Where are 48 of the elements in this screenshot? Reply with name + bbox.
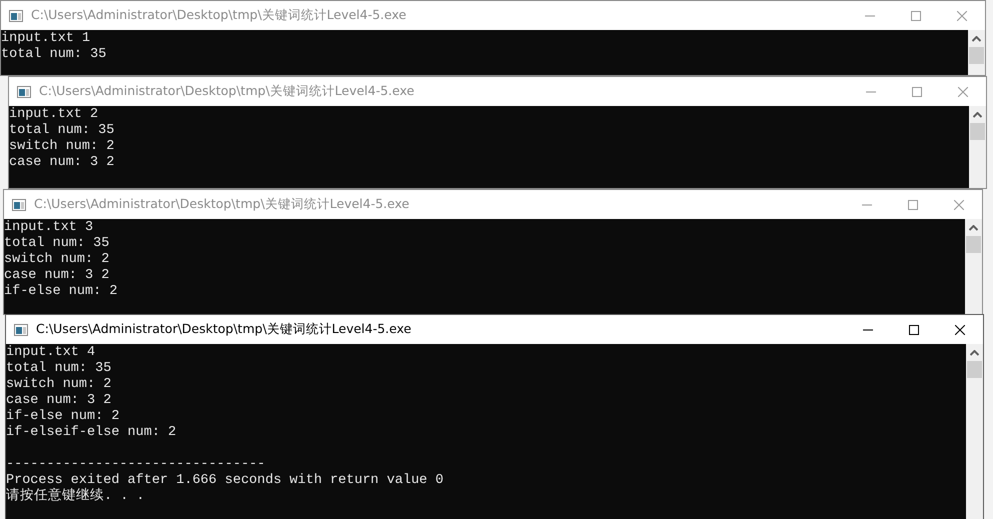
window-title: C:\Users\Administrator\Desktop\tmp\关键词统计Level4-5.exe <box>39 83 414 100</box>
scroll-thumb[interactable] <box>970 123 985 140</box>
console-line: input.txt 3 <box>4 220 94 236</box>
console-line: total num: 35 <box>4 236 110 252</box>
scrollbar[interactable] <box>969 106 986 188</box>
console-line: switch num: 2 <box>9 139 114 155</box>
maximize-icon <box>909 324 919 334</box>
close-icon <box>957 10 967 20</box>
console-line: case num: 3 2 <box>4 268 110 284</box>
console-line: if-else num: 2 <box>4 284 118 300</box>
scroll-up-icon[interactable] <box>973 112 982 118</box>
window-title: C:\Users\Administrator\Desktop\tmp\关键词统计Level4-5.exe <box>36 321 412 338</box>
console-line: input.txt 1 <box>1 31 90 47</box>
console-line: 请按任意键继续. . . <box>6 489 145 505</box>
scroll-up-icon[interactable] <box>970 350 979 356</box>
console-app-icon <box>12 198 26 210</box>
window-title: C:\Users\Administrator\Desktop\tmp\关键词统计Level4-5.exe <box>34 196 410 213</box>
console-line: total num: 35 <box>9 123 114 139</box>
console-line: switch num: 2 <box>6 377 112 393</box>
scroll-up-icon[interactable] <box>972 36 981 42</box>
maximize-icon <box>912 86 922 96</box>
scrollbar[interactable] <box>965 219 982 314</box>
close-icon <box>954 200 964 210</box>
console-line: if-else num: 2 <box>6 409 120 425</box>
window-title: C:\Users\Administrator\Desktop\tmp\关键词统计Level4-5.exe <box>31 7 406 24</box>
scroll-thumb[interactable] <box>966 236 981 253</box>
console-line: switch num: 2 <box>4 252 110 268</box>
scroll-thumb[interactable] <box>967 361 982 378</box>
console-app-icon <box>9 10 23 22</box>
scrollbar[interactable] <box>968 30 985 75</box>
console-app-icon <box>17 86 31 98</box>
scroll-up-icon[interactable] <box>969 225 978 231</box>
scrollbar[interactable] <box>966 344 983 519</box>
console-line: total num: 35 <box>1 47 106 63</box>
close-icon <box>955 324 965 334</box>
console-line: total num: 35 <box>6 361 112 377</box>
maximize-icon <box>911 10 921 20</box>
maximize-icon <box>908 200 918 210</box>
scroll-thumb[interactable] <box>969 47 984 64</box>
console-line: case num: 3 2 <box>9 155 114 171</box>
console-app-icon <box>14 324 28 336</box>
console-line: input.txt 4 <box>6 345 96 361</box>
console-line: input.txt 2 <box>9 107 98 123</box>
console-line: if-elseif-else num: 2 <box>6 425 176 441</box>
console-line: Process exited after 1.666 seconds with return value 0 <box>6 473 444 488</box>
console-line: case num: 3 2 <box>6 393 112 409</box>
console-line: -------------------------------- <box>6 457 266 473</box>
close-icon <box>958 86 968 96</box>
